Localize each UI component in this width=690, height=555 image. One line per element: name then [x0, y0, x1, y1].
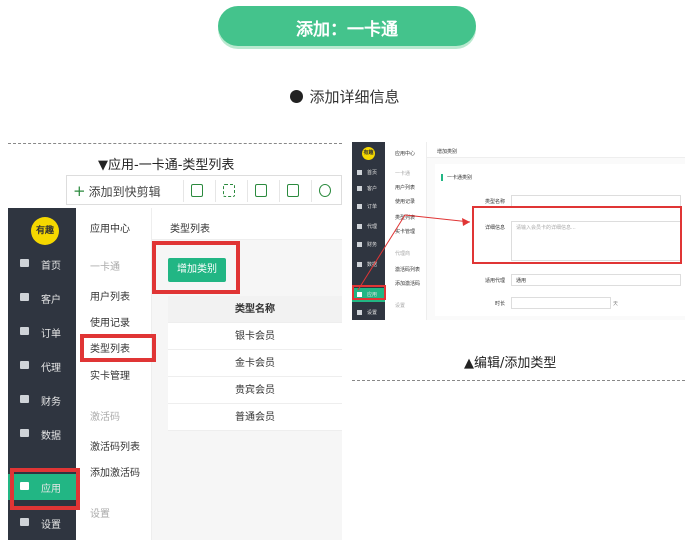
nav-label: 设置 — [41, 520, 61, 531]
submenu-group: 一卡通 — [395, 171, 411, 177]
nav-settings[interactable]: 设置 — [8, 510, 76, 536]
section-heading: 添加详细信息 — [0, 86, 690, 107]
table-header: 类型名称 — [168, 296, 342, 323]
nav-home[interactable]: 首页 — [8, 251, 76, 277]
money-icon — [20, 395, 29, 403]
divider — [352, 380, 685, 381]
submenu-item[interactable]: 添加激活码 — [90, 464, 140, 479]
share-icon[interactable] — [279, 180, 301, 202]
highlight-add-button — [152, 241, 240, 294]
nav-customer[interactable]: 客户 — [352, 182, 385, 196]
arrow-icon — [357, 214, 471, 291]
submenu-item[interactable]: 用户列表 — [395, 184, 415, 191]
nav-label: 首页 — [367, 170, 378, 176]
page-title: 类型列表 — [152, 208, 342, 240]
nav-data[interactable]: 数据 — [8, 421, 76, 447]
add-to-clip-label: 添加到快剪辑 — [88, 185, 161, 199]
duration-unit: 天 — [613, 301, 619, 307]
highlight-type-list — [80, 334, 156, 362]
highlight-detail-field — [472, 206, 682, 264]
save-icon[interactable] — [247, 180, 269, 202]
breadcrumb: 增加类别 — [427, 142, 685, 158]
submenu-group: 设置 — [90, 509, 110, 520]
monitor-icon — [20, 259, 29, 267]
name-label: 类型名称 — [484, 199, 505, 205]
submenu-group: 一卡通 — [90, 262, 120, 273]
submenu-item[interactable]: 使用记录 — [90, 314, 130, 329]
form-section-title: 一卡通类别 — [441, 174, 472, 181]
logo: 有趣 — [362, 147, 375, 160]
submenu-item[interactable]: 用户列表 — [90, 288, 130, 303]
divider — [8, 143, 342, 144]
user-icon — [20, 293, 29, 301]
nav-label: 客户 — [367, 186, 378, 192]
highlight-apps-nav — [10, 468, 80, 510]
nav-label: 财务 — [41, 397, 61, 408]
nav-label: 数据 — [41, 431, 61, 442]
submenu-header: 应用中心 — [395, 151, 416, 157]
submenu-item[interactable]: 实卡管理 — [90, 367, 130, 382]
nav-label: 订单 — [41, 329, 61, 340]
submenu-item[interactable]: 激活码列表 — [90, 438, 140, 453]
right-caption: ▲编辑/添加类型 — [464, 356, 557, 371]
submenu-group: 激活码 — [90, 412, 120, 423]
agent-select[interactable]: 通用 — [511, 274, 681, 286]
nav-agent[interactable]: 代理 — [8, 353, 76, 379]
table-row[interactable]: 银卡会员 — [168, 323, 342, 350]
plus-icon: + — [73, 182, 86, 200]
nav-label: 客户 — [41, 295, 61, 306]
expand-icon[interactable] — [215, 180, 237, 202]
duration-input[interactable] — [511, 297, 611, 309]
bullet-icon — [290, 90, 304, 103]
submenu-header: 应用中心 — [90, 224, 130, 235]
monitor-icon[interactable] — [183, 180, 205, 202]
nav-finance[interactable]: 财务 — [8, 387, 76, 413]
table-row[interactable]: 贵宾会员 — [168, 377, 342, 404]
nav-customer[interactable]: 客户 — [8, 285, 76, 311]
nav-settings[interactable]: 设置 — [352, 306, 385, 320]
type-table: 类型名称 银卡会员 金卡会员 贵宾会员 普通会员 — [168, 296, 342, 431]
gear-icon — [20, 518, 29, 526]
logo: 有趣 — [31, 217, 59, 245]
chart-icon — [20, 429, 29, 437]
table-row[interactable]: 金卡会员 — [168, 350, 342, 377]
gear-icon[interactable] — [311, 180, 333, 202]
nav-label: 首页 — [41, 261, 61, 272]
nav-label: 代理 — [41, 363, 61, 374]
table-row[interactable]: 普通会员 — [168, 404, 342, 431]
nav-label: 订单 — [367, 204, 378, 210]
title-banner: 添加：一卡通 — [218, 6, 476, 46]
left-caption: ▼应用-一卡通-类型列表 — [98, 158, 235, 173]
banner-text: 添加：一卡通 — [296, 20, 398, 40]
left-submenu: 应用中心 一卡通 用户列表 使用记录 类型列表 实卡管理 激活码 激活码列表 添… — [76, 208, 152, 540]
nav-home[interactable]: 首页 — [352, 166, 385, 180]
map-icon — [20, 361, 29, 369]
list-icon — [20, 327, 29, 335]
clip-toolbar: + 添加到快剪辑 — [66, 175, 342, 205]
nav-order[interactable]: 订单 — [8, 319, 76, 345]
add-to-clip-button[interactable]: + 添加到快剪辑 — [73, 182, 161, 200]
submenu-item[interactable]: 使用记录 — [395, 198, 415, 205]
nav-label: 设置 — [367, 310, 378, 316]
heading-text: 添加详细信息 — [309, 88, 400, 106]
